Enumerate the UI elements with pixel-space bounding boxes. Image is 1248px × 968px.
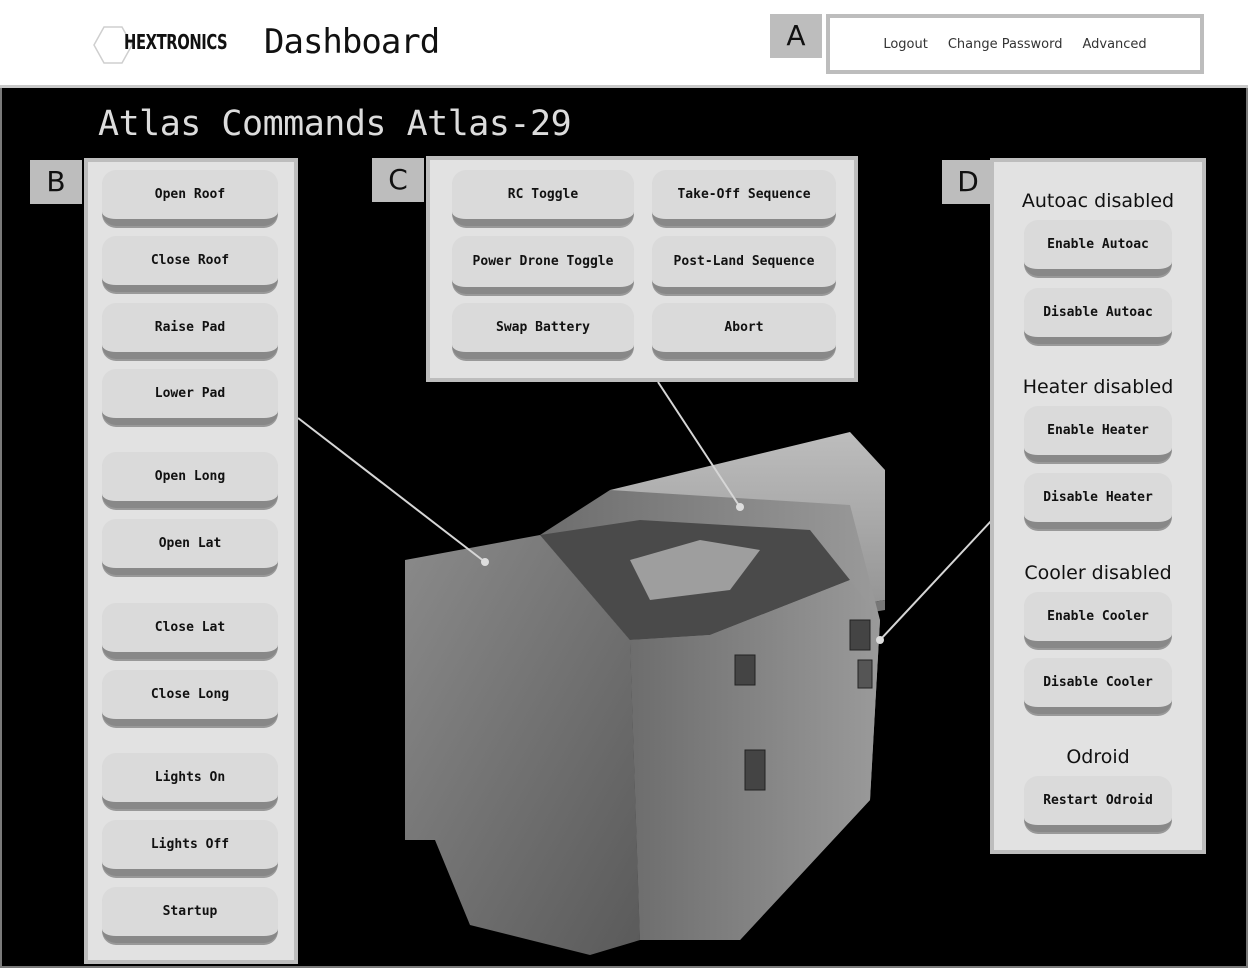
disable-heater-button[interactable]: Disable Heater (1024, 473, 1172, 529)
raise-pad-button[interactable]: Raise Pad (102, 303, 278, 359)
enable-autoac-button[interactable]: Enable Autoac (1024, 220, 1172, 276)
lights-off-button[interactable]: Lights Off (102, 820, 278, 876)
lower-pad-button[interactable]: Lower Pad (102, 369, 278, 425)
rc-toggle-button[interactable]: RC Toggle (452, 170, 634, 226)
autoac-status: Autoac disabled (1021, 190, 1175, 212)
power-drone-toggle-button[interactable]: Power Drone Toggle (452, 236, 634, 294)
close-roof-button[interactable]: Close Roof (102, 236, 278, 292)
disable-cooler-button[interactable]: Disable Cooler (1024, 658, 1172, 714)
panel-b-roof-controls: Open Roof Close Roof Raise Pad Lower Pad… (84, 158, 298, 964)
post-land-sequence-button[interactable]: Post-Land Sequence (652, 236, 836, 294)
swap-battery-button[interactable]: Swap Battery (452, 303, 634, 359)
enable-heater-button[interactable]: Enable Heater (1024, 406, 1172, 462)
odroid-label: Odroid (1066, 746, 1130, 768)
disable-autoac-button[interactable]: Disable Autoac (1024, 288, 1172, 344)
lights-on-button[interactable]: Lights On (102, 753, 278, 809)
open-roof-button[interactable]: Open Roof (102, 170, 278, 226)
startup-button[interactable]: Startup (102, 887, 278, 943)
close-long-button[interactable]: Close Long (102, 670, 278, 726)
heater-status: Heater disabled (1022, 376, 1174, 398)
take-off-sequence-button[interactable]: Take-Off Sequence (652, 170, 836, 226)
enable-cooler-button[interactable]: Enable Cooler (1024, 592, 1172, 648)
cooler-status: Cooler disabled (1024, 562, 1172, 584)
open-lat-button[interactable]: Open Lat (102, 519, 278, 575)
panel-d-climate-controls: Autoac disabled Enable Autoac Disable Au… (990, 158, 1206, 854)
annotation-tag-d: D (942, 160, 994, 204)
annotation-tag-c: C (372, 158, 424, 202)
panel-c-drone-controls: RC Toggle Take-Off Sequence Power Drone … (426, 156, 858, 382)
restart-odroid-button[interactable]: Restart Odroid (1024, 776, 1172, 832)
open-long-button[interactable]: Open Long (102, 452, 278, 508)
abort-button[interactable]: Abort (652, 303, 836, 359)
close-lat-button[interactable]: Close Lat (102, 603, 278, 659)
annotation-tag-b: B (30, 160, 82, 204)
